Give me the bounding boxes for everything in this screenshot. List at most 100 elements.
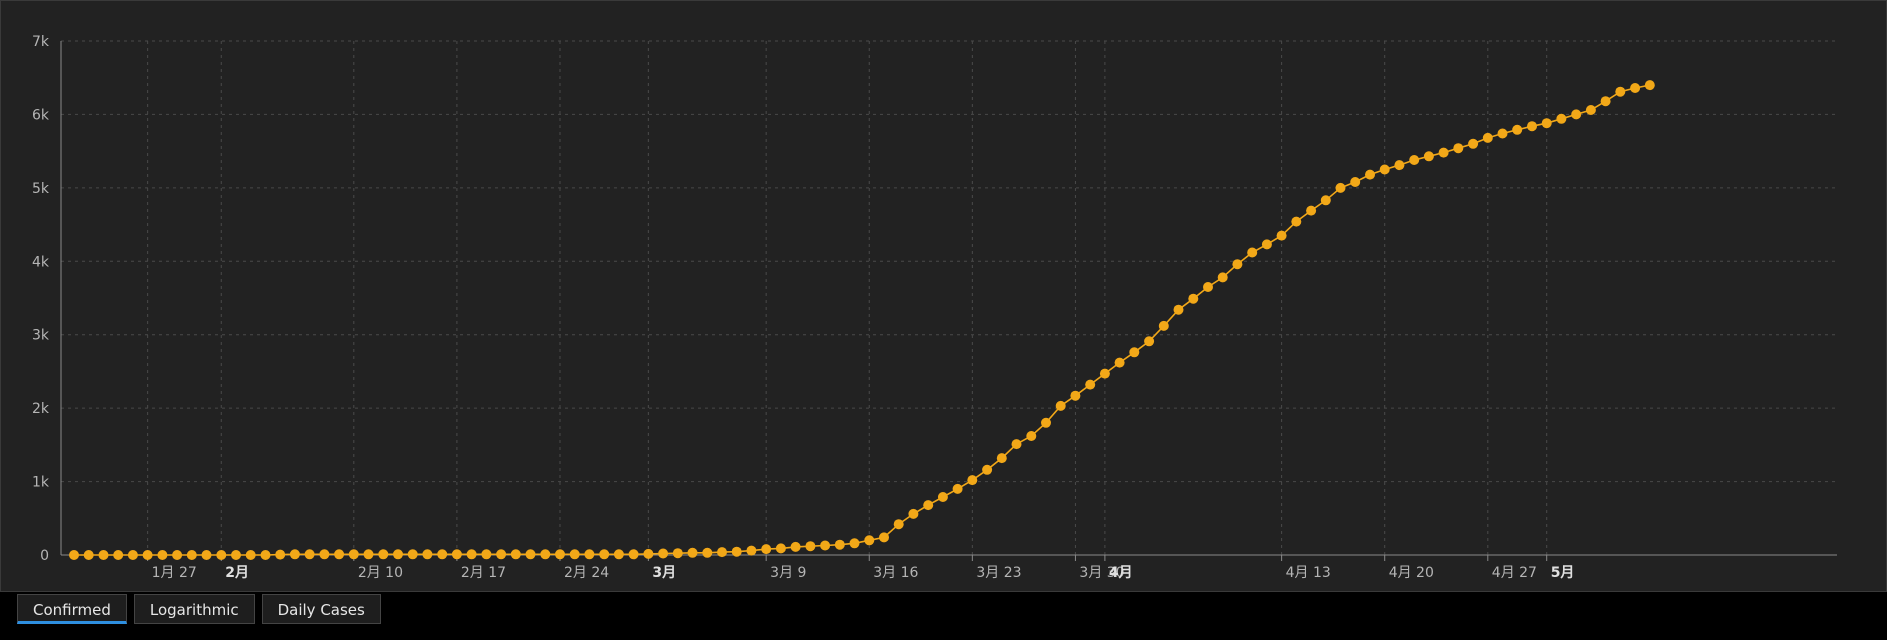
data-point[interactable]: [216, 550, 227, 560]
data-point[interactable]: [1630, 83, 1641, 93]
data-point[interactable]: [613, 549, 624, 560]
tab-daily-cases[interactable]: Daily Cases: [261, 594, 381, 624]
data-point[interactable]: [437, 549, 448, 560]
data-point[interactable]: [893, 519, 904, 530]
tab-logarithmic[interactable]: Logarithmic: [133, 594, 255, 624]
data-point[interactable]: [348, 549, 359, 560]
data-point[interactable]: [1114, 357, 1125, 368]
data-point[interactable]: [378, 549, 389, 560]
data-point[interactable]: [275, 549, 286, 560]
data-point[interactable]: [1571, 109, 1582, 120]
data-point[interactable]: [599, 549, 610, 560]
data-point[interactable]: [245, 550, 256, 560]
data-point[interactable]: [319, 549, 330, 560]
data-point[interactable]: [1261, 239, 1272, 250]
data-point[interactable]: [1394, 160, 1405, 171]
data-point[interactable]: [1541, 118, 1552, 129]
data-point[interactable]: [658, 548, 669, 559]
data-point[interactable]: [1453, 143, 1464, 154]
data-point[interactable]: [982, 464, 993, 475]
data-point[interactable]: [422, 549, 433, 560]
data-point[interactable]: [1041, 417, 1051, 428]
data-point[interactable]: [98, 550, 109, 560]
data-point[interactable]: [1247, 247, 1258, 258]
data-point[interactable]: [1600, 96, 1611, 107]
data-point[interactable]: [1055, 400, 1066, 411]
data-point[interactable]: [1423, 151, 1434, 162]
data-point[interactable]: [584, 549, 595, 560]
data-point[interactable]: [1217, 272, 1228, 283]
data-point[interactable]: [1129, 347, 1140, 358]
data-point[interactable]: [142, 550, 153, 560]
data-point[interactable]: [761, 544, 772, 555]
data-point[interactable]: [731, 546, 742, 557]
data-point[interactable]: [1099, 368, 1110, 379]
data-point[interactable]: [1188, 293, 1199, 304]
data-point[interactable]: [525, 549, 536, 560]
data-point[interactable]: [1438, 147, 1449, 158]
data-point[interactable]: [775, 543, 786, 554]
data-point[interactable]: [157, 550, 168, 560]
data-point[interactable]: [186, 550, 197, 560]
data-point[interactable]: [879, 532, 889, 543]
data-point[interactable]: [1173, 304, 1184, 315]
data-point[interactable]: [820, 540, 831, 551]
data-point[interactable]: [510, 549, 521, 560]
data-point[interactable]: [1482, 132, 1493, 143]
data-point[interactable]: [702, 547, 713, 558]
data-point[interactable]: [937, 492, 948, 502]
data-point[interactable]: [1070, 390, 1081, 401]
data-point[interactable]: [1350, 177, 1361, 187]
data-point[interactable]: [1026, 431, 1037, 441]
data-point[interactable]: [1011, 439, 1022, 450]
data-point[interactable]: [687, 547, 698, 558]
data-point[interactable]: [1468, 138, 1479, 149]
data-point[interactable]: [1144, 336, 1155, 347]
data-point[interactable]: [1158, 320, 1169, 331]
data-point[interactable]: [201, 550, 212, 560]
data-point[interactable]: [481, 549, 492, 560]
data-point[interactable]: [1320, 195, 1331, 206]
data-point[interactable]: [1365, 169, 1375, 180]
data-point[interactable]: [849, 538, 860, 549]
data-point[interactable]: [363, 549, 374, 560]
data-point[interactable]: [393, 549, 403, 560]
data-point[interactable]: [1644, 80, 1655, 91]
data-point[interactable]: [1556, 113, 1567, 124]
data-point[interactable]: [1232, 259, 1243, 270]
data-point[interactable]: [69, 550, 79, 560]
data-point[interactable]: [289, 549, 300, 560]
data-point[interactable]: [496, 549, 507, 560]
data-point[interactable]: [407, 549, 418, 560]
data-point[interactable]: [790, 541, 801, 552]
data-point[interactable]: [1409, 155, 1420, 165]
data-point[interactable]: [1291, 216, 1302, 227]
data-point[interactable]: [334, 549, 345, 560]
data-point[interactable]: [540, 549, 551, 560]
data-point[interactable]: [113, 550, 124, 560]
data-point[interactable]: [923, 500, 934, 511]
data-point[interactable]: [672, 548, 683, 559]
data-point[interactable]: [805, 541, 816, 552]
data-point[interactable]: [717, 547, 727, 558]
data-point[interactable]: [864, 535, 875, 546]
data-point[interactable]: [1335, 182, 1346, 193]
data-point[interactable]: [996, 453, 1007, 464]
data-point[interactable]: [231, 550, 241, 560]
data-point[interactable]: [834, 539, 845, 550]
data-point[interactable]: [127, 550, 138, 560]
data-point[interactable]: [1085, 379, 1096, 390]
data-point[interactable]: [451, 549, 462, 560]
data-point[interactable]: [1585, 105, 1596, 115]
data-point[interactable]: [466, 549, 477, 560]
data-point[interactable]: [304, 549, 315, 560]
data-point[interactable]: [555, 549, 565, 560]
data-point[interactable]: [908, 508, 919, 519]
data-point[interactable]: [1615, 86, 1626, 97]
data-point[interactable]: [952, 483, 963, 494]
tab-confirmed[interactable]: Confirmed: [17, 594, 127, 624]
data-point[interactable]: [1306, 205, 1317, 216]
data-point[interactable]: [1497, 128, 1508, 139]
data-point[interactable]: [967, 475, 978, 486]
data-point[interactable]: [746, 545, 757, 556]
